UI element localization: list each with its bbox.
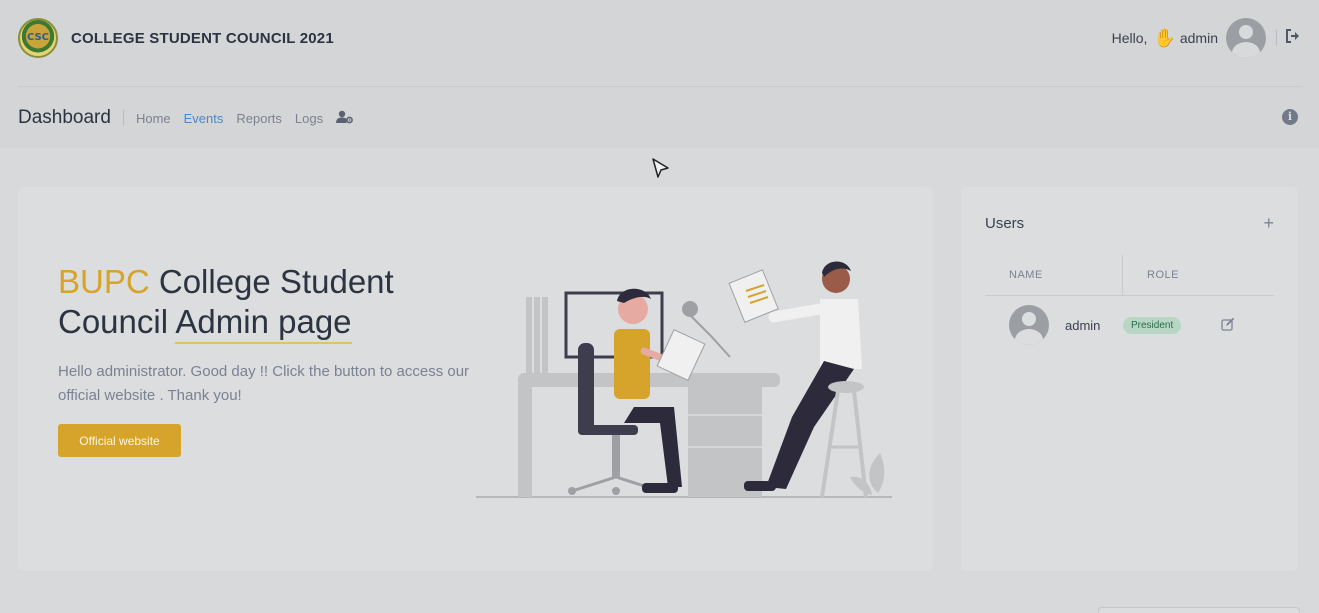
users-card-title: Users — [985, 215, 1025, 232]
brand[interactable]: CSC COLLEGE STUDENT COUNCIL 2021 — [18, 18, 334, 58]
official-website-button[interactable]: Official website — [58, 424, 181, 457]
hero-title-line2: Council — [58, 303, 176, 340]
nav-link-reports[interactable]: Reports — [236, 111, 282, 126]
mouse-cursor-icon — [651, 157, 671, 186]
council-logo: CSC — [18, 18, 58, 58]
hero-title-underlined: Admin page — [175, 303, 352, 344]
card-fragment — [1098, 607, 1300, 613]
info-icon[interactable]: i — [1282, 109, 1298, 125]
column-header-role: ROLE — [1147, 269, 1179, 281]
table-header: NAME ROLE — [985, 254, 1274, 296]
user-area: Hello, ✋ admin — [1112, 18, 1301, 58]
username: admin — [1179, 30, 1218, 46]
role-badge: President — [1123, 316, 1182, 334]
hero-title-accent: BUPC — [58, 263, 150, 300]
brand-title: COLLEGE STUDENT COUNCIL 2021 — [71, 29, 334, 47]
nav-link-home[interactable]: Home — [136, 111, 171, 126]
column-header-name: NAME — [985, 254, 1123, 296]
logout-icon[interactable] — [1285, 28, 1301, 49]
hero-title-line1: College Student — [149, 263, 394, 300]
hero-title: BUPC College Student Council Admin page — [58, 262, 458, 344]
waving-hand-icon: ✋ — [1153, 27, 1176, 48]
table-row: admin President — [985, 296, 1274, 354]
welcome-card: BUPC College Student Council Admin page … — [18, 187, 933, 571]
greeting-text: Hello, — [1111, 30, 1148, 46]
users-card: Users + NAME ROLE admin President — [961, 187, 1298, 571]
add-user-button[interactable]: + — [1263, 213, 1274, 234]
nav-link-logs[interactable]: Logs — [295, 111, 323, 126]
top-header: CSC COLLEGE STUDENT COUNCIL 2021 Hello, … — [0, 0, 1319, 148]
nav-separator — [122, 110, 124, 126]
hero-description: Hello administrator. Good day !! Click t… — [58, 363, 470, 404]
page-title: Dashboard — [18, 107, 111, 128]
users-table: NAME ROLE admin President — [985, 254, 1274, 354]
edit-icon[interactable] — [1221, 317, 1235, 334]
header-divider — [1276, 30, 1277, 46]
user-avatar[interactable] — [1226, 18, 1266, 58]
user-name-cell: admin — [1065, 317, 1101, 333]
header-divider-line — [18, 86, 1301, 87]
user-settings-icon[interactable] — [336, 110, 354, 127]
nav-link-events[interactable]: Events — [184, 111, 224, 126]
page-nav: Dashboard Home Events Reports Logs — [18, 104, 354, 132]
office-illustration — [474, 257, 894, 507]
user-avatar — [1009, 305, 1049, 345]
logo-text: CSC — [26, 32, 50, 43]
